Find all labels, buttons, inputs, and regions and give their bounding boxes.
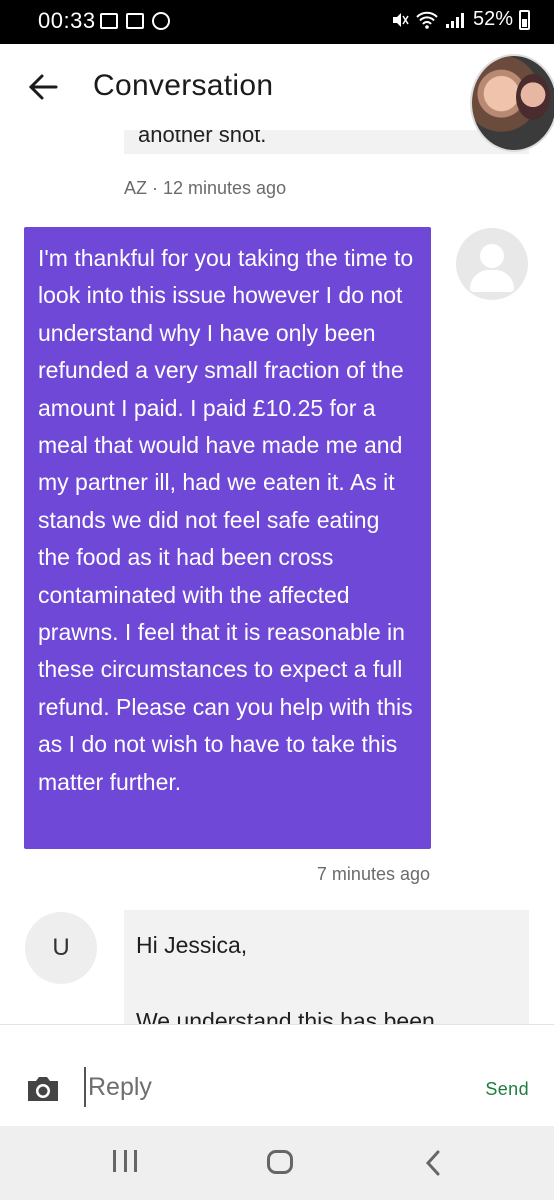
agent-avatar: U [25,912,97,984]
battery-icon [519,9,530,30]
user-message-bubble: I'm thankful for you taking the time to … [24,227,431,849]
person-body-shape [470,270,514,292]
person-head-shape [480,244,504,268]
previous-message-bubble: another shot. [124,130,529,154]
recent-apps-icon[interactable] [113,1150,137,1172]
nav-back-icon[interactable] [424,1150,442,1176]
signal-icon [445,12,464,28]
status-time: 00:33 [38,8,96,33]
app-header: Conversation [0,44,554,152]
status-bar: 00:33 52% [0,0,554,44]
battery-percentage: 52% [472,8,513,30]
mute-icon [392,12,409,27]
send-button[interactable]: Send [485,1079,529,1100]
agent-message-text: We understand this has been [136,1008,435,1024]
notification-icons [100,12,170,30]
agent-greeting: Hi Jessica, [136,932,248,958]
profile-avatar[interactable] [470,54,554,152]
message-composer: Send [0,1024,554,1126]
gmail-notification-icon [126,13,144,29]
previous-message-meta: AZ · 12 minutes ago [124,178,287,198]
messenger-notification-icon [152,12,170,30]
back-arrow-icon[interactable] [28,72,58,102]
user-avatar-icon [456,228,528,300]
gallery-notification-icon [100,13,118,29]
camera-icon[interactable] [25,1075,61,1103]
system-navigation-bar [0,1126,554,1200]
system-status: 52% [391,8,530,31]
reply-input[interactable] [84,1067,434,1107]
wifi-icon [416,11,438,29]
previous-message-text: another shot. [138,130,267,147]
agent-message-bubble: Hi Jessica, We understand this has been [124,910,529,1024]
user-message-meta: 7 minutes ago [316,864,430,884]
page-title: Conversation [93,69,274,102]
conversation-thread[interactable]: another shot. AZ · 12 minutes ago I'm th… [0,130,554,1024]
home-icon[interactable] [267,1150,293,1174]
